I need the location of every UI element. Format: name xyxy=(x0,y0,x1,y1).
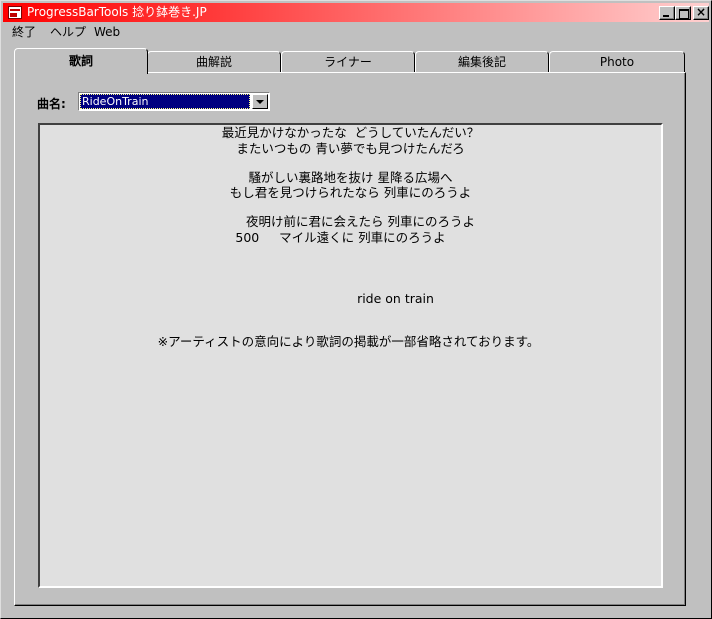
app-window: ProgressBarTools 捻り鉢巻き.JP × 終了 ヘルプ Web 歌… xyxy=(0,0,712,619)
tab-photo[interactable]: Photo xyxy=(549,51,685,73)
lyrics-text-area[interactable]: 最近見かけなかったな どうしていたんだい？ またいつもの 青い夢でも見つけたんだ… xyxy=(38,123,663,588)
tab-song-notes[interactable]: 曲解説 xyxy=(147,51,281,73)
lyric-note: ※アーティストの意向により歌詞の掲載が一部省略されております。 xyxy=(157,334,540,349)
menu-item-help[interactable]: ヘルプ xyxy=(50,25,86,39)
lyric-line: 夜明け前に君に会えたら 列車にのろうよ xyxy=(246,214,475,229)
lyric-line: 最近見かけなかったな どうしていたんだい？ xyxy=(221,125,480,140)
song-select-value: RideOnTrain xyxy=(80,94,250,109)
close-icon: × xyxy=(695,5,707,19)
menu-item-web[interactable]: Web xyxy=(94,25,120,39)
minimize-button[interactable] xyxy=(659,6,675,20)
menu-item-exit[interactable]: 終了 xyxy=(12,25,36,39)
lyric-line: 騒がしい裏路地を抜け 星降る広場へ xyxy=(248,170,453,185)
lyric-line: またいつもの 青い夢でも見つけたんだろ xyxy=(236,141,465,156)
app-icon[interactable] xyxy=(8,6,22,19)
tab-liner[interactable]: ライナー xyxy=(281,51,415,73)
song-name-label: 曲名: xyxy=(37,97,66,111)
close-button[interactable]: × xyxy=(693,5,709,20)
lyric-line: もし君を見つけられたなら 列車にのろうよ xyxy=(229,185,472,200)
tab-editor-notes[interactable]: 編集後記 xyxy=(415,51,549,73)
lyric-line: ride on train xyxy=(357,291,434,306)
lyric-line: 500 マイル遠くに 列車にのろうよ xyxy=(235,230,446,245)
tab-lyrics[interactable]: 歌詞 xyxy=(14,48,148,74)
window-title: ProgressBarTools 捻り鉢巻き.JP xyxy=(27,5,207,19)
lyrics-tab-panel: 曲名: RideOnTrain 最近見かけなかったな どうしていたんだい？ また… xyxy=(14,72,686,606)
chevron-down-icon[interactable] xyxy=(252,94,268,109)
menu-bar: 終了 ヘルプ Web xyxy=(3,23,709,41)
song-select[interactable]: RideOnTrain xyxy=(78,92,270,111)
maximize-button[interactable] xyxy=(675,6,691,20)
title-bar[interactable]: ProgressBarTools 捻り鉢巻き.JP × xyxy=(3,3,709,22)
